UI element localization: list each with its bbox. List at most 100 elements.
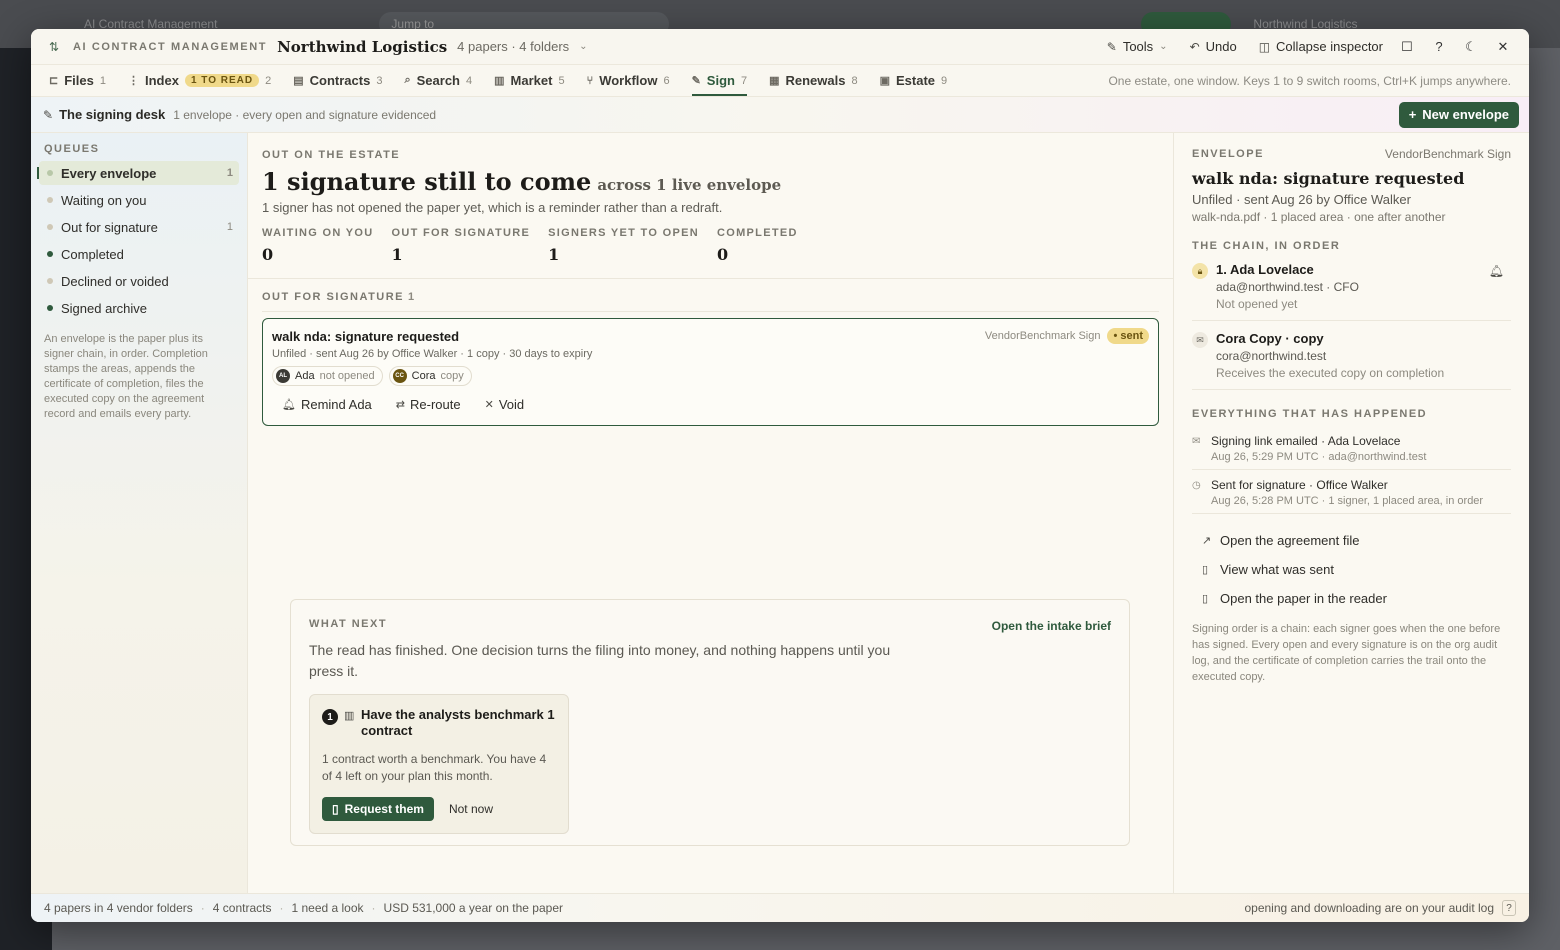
maximize-icon[interactable]: ☐	[1399, 39, 1415, 55]
void-button[interactable]: ✕ Void	[475, 394, 535, 415]
intake-brief-link[interactable]: Open the intake brief	[992, 619, 1111, 633]
calendar-icon: ▦	[769, 75, 780, 87]
page-subtitle: 1 envelope · every open and signature ev…	[173, 107, 437, 122]
queue-out-for-signature[interactable]: Out for signature 1	[39, 215, 239, 239]
open-reader-link[interactable]: ▯ Open the paper in the reader	[1192, 584, 1511, 613]
what-next-card: WHAT NEXT Open the intake brief The read…	[290, 599, 1130, 846]
queue-dot	[47, 305, 53, 311]
queue-declined-or-voided[interactable]: Declined or voided	[39, 269, 239, 293]
signer-chip-ada[interactable]: AL Ada not opened	[272, 366, 383, 386]
open-agreement-link[interactable]: ↗ Open the agreement file	[1192, 526, 1511, 555]
status-papers: 4 papers in 4 vendor folders	[44, 901, 193, 915]
new-envelope-button[interactable]: + New envelope	[1398, 101, 1519, 128]
tab-contracts[interactable]: ▤ Contracts 3	[293, 65, 382, 97]
stat-label: COMPLETED	[716, 227, 798, 239]
signing-desk-header: ✎ The signing desk 1 envelope · every op…	[31, 97, 1529, 133]
collapse-label: Collapse inspector	[1276, 39, 1383, 54]
help-icon[interactable]: ?	[1431, 39, 1447, 55]
envelope-card[interactable]: walk nda: signature requested VendorBenc…	[262, 318, 1159, 426]
tools-button[interactable]: ✎ Tools ⌄	[1107, 39, 1168, 54]
overview-eyebrow: OUT ON THE ESTATE	[262, 149, 401, 161]
stat-value: 1	[391, 245, 403, 264]
queue-dot	[47, 197, 53, 203]
tab-workflow[interactable]: ⑂ Workflow 6	[587, 65, 670, 97]
stat-completed[interactable]: COMPLETED 0	[717, 227, 798, 264]
view-sent-link[interactable]: ▯ View what was sent	[1192, 555, 1511, 584]
link-label: Open the agreement file	[1220, 533, 1360, 548]
signer-row[interactable]: 🔒︎ 1. Ada Lovelace ada@northwind.test · …	[1192, 252, 1511, 321]
reroute-button[interactable]: ⇄ Re-route	[386, 394, 471, 415]
reroute-label: Re-route	[410, 397, 461, 412]
chip-status: not opened	[319, 370, 375, 382]
undo-button[interactable]: ↶ Undo	[1190, 39, 1237, 54]
tab-market[interactable]: ▥ Market 5	[494, 65, 564, 97]
history-title: EVERYTHING THAT HAS HAPPENED	[1192, 408, 1428, 420]
tab-label: Estate	[896, 73, 936, 88]
tab-number: 1	[99, 74, 106, 87]
collapse-inspector-button[interactable]: ◫ Collapse inspector	[1259, 39, 1383, 54]
queue-dot	[47, 278, 53, 284]
queues-sidebar: QUEUES Every envelope 1 Waiting on you Ou…	[31, 133, 248, 893]
queue-completed[interactable]: Completed	[39, 242, 239, 266]
request-them-button[interactable]: ▯ Request them	[322, 797, 434, 821]
tab-renewals[interactable]: ▦ Renewals 8	[769, 65, 858, 97]
signer-chips: AL Ada not opened CC Cora copy	[272, 366, 1149, 386]
stat-waiting-on-you[interactable]: WAITING ON YOU 0	[262, 227, 374, 264]
close-icon[interactable]: ✕	[1495, 39, 1511, 55]
queue-waiting-on-you[interactable]: Waiting on you	[39, 188, 239, 212]
tab-number: 4	[466, 74, 473, 87]
chip-status: copy	[440, 370, 464, 382]
tab-label: Market	[510, 73, 553, 88]
what-next-text: The read has finished. One decision turn…	[309, 642, 891, 679]
signer-email: cora@northwind.test	[1216, 349, 1327, 363]
stat-out-for-signature[interactable]: OUT FOR SIGNATURE 1	[392, 227, 531, 264]
queue-label: Every envelope	[61, 165, 157, 181]
signer-chip-cora[interactable]: CC Cora copy	[388, 366, 472, 386]
status-contracts: 4 contracts	[212, 901, 272, 915]
signer-email: ada@northwind.test · CFO	[1216, 280, 1359, 294]
tab-label: Sign	[706, 73, 735, 88]
bell-icon: 🔔︎	[282, 399, 296, 411]
titlebar: ⇅ AI CONTRACT MANAGEMENT Northwind Logis…	[31, 29, 1529, 65]
signer-status: Receives the executed copy on completion	[1216, 366, 1445, 380]
bell-icon[interactable]: 🔔︎	[1489, 264, 1504, 278]
queue-count: 1	[226, 221, 233, 233]
queue-dot	[47, 251, 53, 257]
tab-files[interactable]: ⊏ Files 1	[49, 65, 106, 97]
tab-estate[interactable]: ▣ Estate 9	[880, 65, 948, 97]
undo-label: Undo	[1205, 39, 1237, 54]
event-meta: Aug 26, 5:28 PM UTC · 1 signer, 1 placed…	[1211, 495, 1484, 507]
stat-signers-yet-to-open[interactable]: SIGNERS YET TO OPEN 1	[548, 227, 699, 264]
headline-main: 1 signature still to come	[262, 167, 592, 196]
not-now-button[interactable]: Not now	[449, 802, 493, 816]
tab-number: 5	[558, 74, 565, 87]
status-bar: 4 papers in 4 vendor folders · 4 contract…	[31, 893, 1529, 922]
queue-label: Signed archive	[61, 300, 147, 316]
queue-dot	[47, 170, 53, 176]
queue-signed-archive[interactable]: Signed archive	[39, 296, 239, 320]
tab-index[interactable]: ⋮ Index 1 TO READ 2	[128, 65, 271, 97]
help-key-button[interactable]: ?	[1502, 900, 1516, 916]
overview-subtext: 1 signer has not opened the paper yet, w…	[262, 200, 723, 215]
remind-button[interactable]: 🔔︎ Remind Ada	[272, 394, 382, 415]
signer-name: 1. Ada Lovelace	[1216, 262, 1314, 277]
chip-name: Ada	[295, 370, 315, 382]
signing-main: OUT ON THE ESTATE 1 signature still to c…	[248, 133, 1173, 893]
request-label: Request them	[344, 802, 424, 816]
plus-icon: +	[1408, 107, 1417, 122]
tab-search[interactable]: ⌕ Search 4	[404, 65, 472, 97]
org-name[interactable]: Northwind Logistics	[277, 38, 447, 56]
tab-sign[interactable]: ✎ Sign 7	[691, 65, 747, 97]
chart-icon: ▥	[494, 75, 505, 87]
out-for-signature-section: OUT FOR SIGNATURE 1	[262, 291, 1159, 312]
chevron-down-icon[interactable]: ⌄	[579, 41, 587, 52]
mail-icon: ✉	[1192, 332, 1208, 348]
tab-number: 8	[851, 74, 858, 87]
signer-row[interactable]: ✉ Cora Copy · copy cora@northwind.test R…	[1192, 321, 1511, 390]
queue-every-envelope[interactable]: Every envelope 1	[37, 161, 239, 185]
theme-moon-icon[interactable]: ☾	[1463, 39, 1479, 55]
status-attention[interactable]: 1 need a look	[291, 901, 363, 915]
new-envelope-label: New envelope	[1422, 107, 1509, 122]
queue-count: 1	[226, 167, 233, 179]
content-area: QUEUES Every envelope 1 Waiting on you Ou…	[31, 133, 1529, 893]
